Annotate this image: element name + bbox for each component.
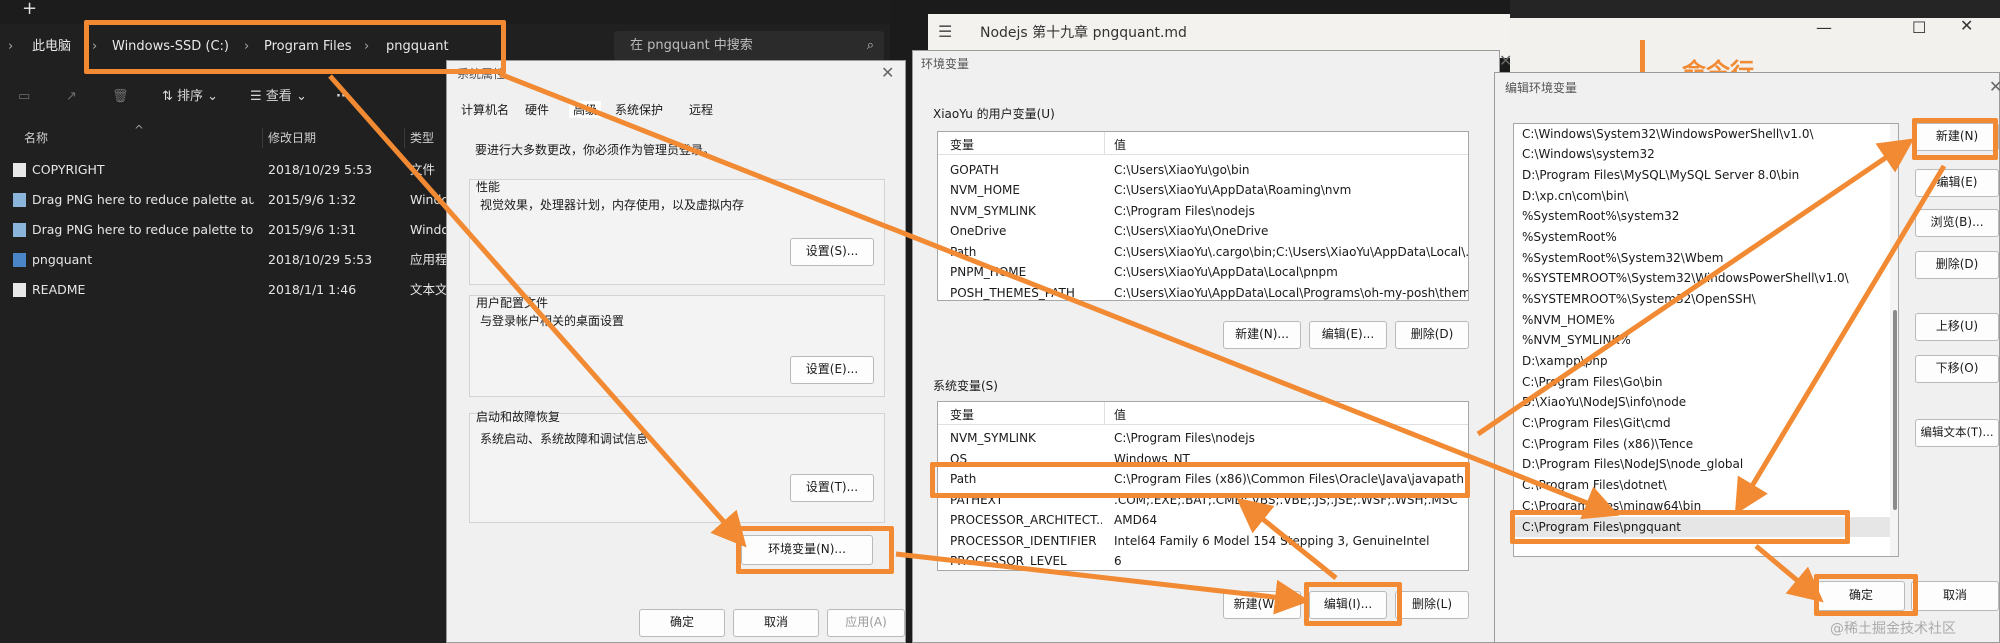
arrow-to-new-button (1476, 138, 1915, 437)
arrow-new-to-path (1734, 164, 1947, 515)
arrow-to-path-row (1236, 497, 1338, 580)
arrow-to-edit-button (895, 551, 1310, 615)
arrow-to-ok-button (1754, 544, 1824, 603)
arrow-to-pngquant-path (499, 71, 1620, 520)
annotation-arrows (328, 71, 1947, 615)
watermark: @稀土掘金技术社区 (1830, 621, 1956, 637)
